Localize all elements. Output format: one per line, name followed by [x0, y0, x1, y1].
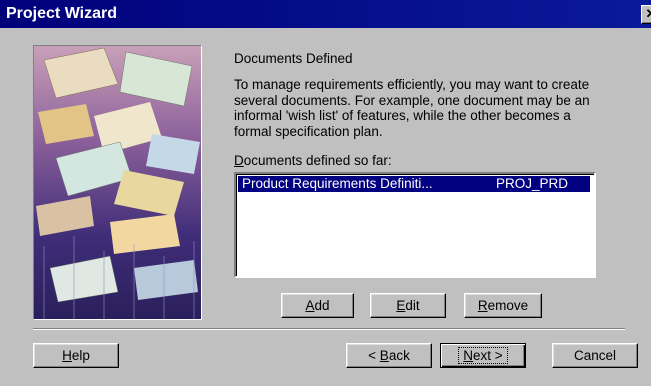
documents-list-label: Documents defined so far: [234, 153, 392, 168]
footer-divider [33, 328, 625, 330]
edit-button[interactable]: Edit [370, 293, 446, 318]
wizard-illustration [33, 45, 202, 320]
help-button[interactable]: Help [33, 343, 119, 368]
document-name: Product Requirements Definiti... [242, 176, 433, 191]
document-code: PROJ_PRD [496, 176, 569, 191]
intro-text: To manage requirements efficiently, you … [234, 77, 590, 139]
close-icon: ✕ [646, 6, 651, 21]
next-button[interactable]: Next > [440, 343, 526, 368]
page-heading: Documents Defined [234, 51, 353, 66]
flying-documents-image [34, 46, 201, 319]
close-button[interactable]: ✕ [641, 5, 651, 24]
add-button[interactable]: Add [281, 293, 354, 318]
list-item[interactable]: Product Requirements Definiti... PROJ_PR… [238, 176, 590, 192]
back-button[interactable]: < Back [346, 343, 432, 368]
window-title: Project Wizard [6, 5, 117, 22]
remove-button[interactable]: Remove [464, 293, 542, 318]
documents-listbox[interactable]: Product Requirements Definiti... PROJ_PR… [234, 172, 596, 278]
cancel-button[interactable]: Cancel [552, 343, 638, 368]
title-bar: Project Wizard ✕ [0, 0, 651, 28]
project-wizard-window: Project Wizard ✕ [0, 0, 651, 386]
